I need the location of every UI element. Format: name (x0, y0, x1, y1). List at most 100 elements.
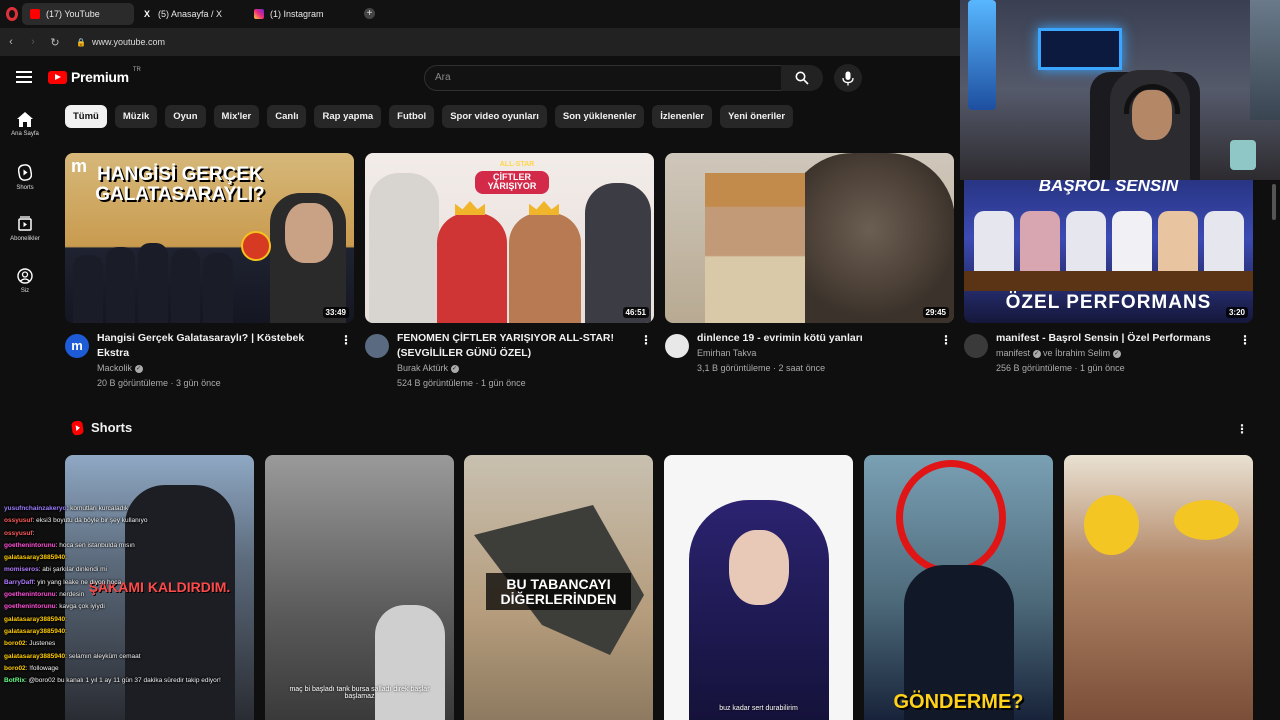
youtube-logo[interactable]: Premium TR (48, 67, 141, 85)
chat-message: boro02: !followage (4, 663, 304, 675)
sidebar-item-you[interactable]: Siz (0, 256, 50, 308)
chat-text: : komutları kurcaladık (66, 505, 129, 512)
short-card[interactable]: buz kadar sert durabilirim (664, 455, 853, 720)
video-card[interactable]: ALL-STAR ÇİFTLER YARIŞIYOR 46:51 FENOMEN… (365, 153, 654, 391)
person-center-right (509, 213, 581, 323)
video-duration: 33:49 (322, 307, 349, 318)
chip-football[interactable]: Futbol (389, 105, 435, 128)
menu-icon[interactable] (16, 71, 32, 83)
person-right (585, 183, 651, 323)
video-card[interactable]: m HANGİSİ GERÇEK GALATASARAYLI? 33:49 m … (65, 153, 354, 391)
forward-icon[interactable]: › (22, 28, 44, 56)
channel-label: manifest (996, 348, 1031, 358)
channel-name[interactable]: manifest ✓ ve İbrahim Selim ✓ (996, 346, 1253, 361)
sidebar-item-shorts[interactable]: Shorts (0, 152, 50, 204)
channel-avatar[interactable] (365, 334, 389, 358)
person-center-left (437, 213, 507, 323)
back-icon[interactable]: ‹ (0, 28, 22, 56)
chat-username: BarryDaff (4, 578, 34, 586)
chat-message: goethenintorunu: kavga çok iyiydi (4, 601, 304, 613)
channel-avatar[interactable] (964, 334, 988, 358)
verified-icon: ✓ (134, 364, 143, 373)
shorts-title: Shorts (91, 420, 133, 435)
chat-text: : Justenes (25, 640, 56, 648)
channel-name[interactable]: Emirhan Takva (697, 346, 954, 361)
video-title[interactable]: Hangisi Gerçek Galatasaraylı? | Köstebek… (97, 331, 354, 361)
video-stats: 256 B görüntüleme · 1 gün önce (996, 363, 1125, 373)
channel-avatar[interactable]: m (65, 334, 89, 358)
chat-username: yusufnchainzakeryo (4, 505, 67, 512)
search-button[interactable] (781, 65, 823, 91)
chip-recently-uploaded[interactable]: Son yüklenenler (554, 105, 645, 128)
players-group (73, 243, 233, 323)
channel-label: Mackolik (97, 363, 133, 373)
sidebar-item-home[interactable]: Ana Sayfa (0, 100, 50, 152)
short-overlay-text: GÖNDERME? (893, 691, 1024, 713)
brand-label: Premium (71, 69, 129, 85)
chip-gaming[interactable]: Oyun (165, 105, 206, 128)
video-thumbnail[interactable]: ALL-STAR ÇİFTLER YARIŞIYOR 46:51 (365, 153, 654, 323)
chip-music[interactable]: Müzik (114, 105, 158, 128)
tab-x[interactable]: X (5) Anasayfa / X (134, 3, 246, 25)
more-actions-icon[interactable]: ⋮ (640, 333, 652, 347)
short-overlay-text: BU TABANCAYI DİĞERLERİNDEN (486, 573, 631, 611)
chip-all[interactable]: Tümü (65, 105, 107, 128)
chat-message: galatasaray3885940: (4, 552, 304, 564)
ape-figure (785, 153, 954, 323)
chat-text: : @boro02 bu kanalı 1 yıl 1 ay 11 gün 37… (24, 677, 221, 685)
short-card[interactable]: GÖNDERME? (864, 455, 1053, 720)
channel-name[interactable]: Mackolik ✓ (97, 361, 354, 376)
chip-live[interactable]: Canlı (267, 105, 307, 128)
page-scrollbar[interactable] (1272, 184, 1276, 220)
short-card[interactable]: BU TABANCAYI DİĞERLERİNDEN (464, 455, 653, 720)
chip-watched[interactable]: İzlenenler (652, 105, 713, 128)
short-card[interactable] (1064, 455, 1253, 720)
chat-text: : (65, 627, 67, 635)
video-thumbnail[interactable]: 29:45 (665, 153, 954, 323)
url-field[interactable]: www.youtube.com (92, 37, 165, 47)
channel-avatar[interactable] (665, 334, 689, 358)
video-title[interactable]: dinlence 19 - evrimin kötü yanları (697, 331, 954, 346)
more-actions-icon[interactable]: ⋮ (940, 333, 952, 347)
video-title[interactable]: manifest - Başrol Sensin | Özel Performa… (996, 331, 1253, 346)
tab-label: (1) Instagram (270, 9, 324, 19)
video-card[interactable]: 29:45 dinlence 19 - evrimin kötü yanları… (665, 153, 954, 376)
sidebar-item-label: Abonelikler (10, 236, 40, 242)
voice-search-button[interactable] (834, 64, 862, 92)
x-icon: X (143, 9, 150, 19)
more-actions-icon[interactable]: ⋮ (340, 333, 352, 347)
chat-text: : abi şarkılar dinlendi mi (38, 566, 107, 574)
video-duration: 3:20 (1225, 307, 1248, 318)
new-tab-button[interactable]: + (364, 8, 375, 19)
sidebar: Ana Sayfa Shorts Abonelikler Siz (0, 100, 50, 308)
video-thumbnail[interactable]: m HANGİSİ GERÇEK GALATASARAYLI? 33:49 (65, 153, 354, 323)
galatasaray-logo-icon (241, 231, 271, 261)
more-actions-icon[interactable]: ⋮ (1239, 333, 1251, 347)
chip-mixes[interactable]: Mix'ler (213, 105, 260, 128)
thumbnail-title: HANGİSİ GERÇEK GALATASARAYLI? (95, 164, 265, 205)
channel-name[interactable]: Burak Aktürk ✓ (397, 361, 654, 376)
opera-logo-icon[interactable] (6, 7, 18, 21)
chat-message: BotRix: @boro02 bu kanalı 1 yıl 1 ay 11 … (4, 675, 304, 687)
chat-text: : hoca sen istanbulda mısın (55, 541, 135, 549)
neon-screen (1038, 28, 1122, 70)
tab-instagram[interactable]: (1) Instagram (246, 3, 358, 25)
chat-message: galatasaray3885940: (4, 614, 304, 626)
sidebar-item-label: Ana Sayfa (11, 131, 39, 137)
chat-message: momiseros: abi şarkılar dinlendi mi (4, 564, 304, 576)
chip-new-to-you[interactable]: Yeni öneriler (720, 105, 794, 128)
chip-sports-games[interactable]: Spor video oyunları (442, 105, 547, 128)
reload-icon[interactable]: ↻ (44, 28, 66, 56)
tab-youtube[interactable]: (17) YouTube (22, 3, 134, 25)
crown-icon (529, 201, 559, 215)
search-input[interactable]: Ara (424, 65, 782, 91)
verified-icon: ✓ (450, 364, 459, 373)
sidebar-item-subscriptions[interactable]: Abonelikler (0, 204, 50, 256)
chip-rap[interactable]: Rap yapma (314, 105, 382, 128)
video-card[interactable]: BAŞROL SENSİN ÖZEL PERFORMANS 3:20 manif… (964, 153, 1253, 376)
more-actions-icon[interactable]: ⋮ (1236, 422, 1248, 436)
chat-message: yusufnchainzakeryo: komutları kurcaladık (4, 503, 304, 515)
chat-text: : (65, 554, 67, 562)
video-title[interactable]: FENOMEN ÇİFTLER YARIŞIYOR ALL-STAR! (SEV… (397, 331, 654, 361)
subscriptions-icon (18, 216, 32, 231)
